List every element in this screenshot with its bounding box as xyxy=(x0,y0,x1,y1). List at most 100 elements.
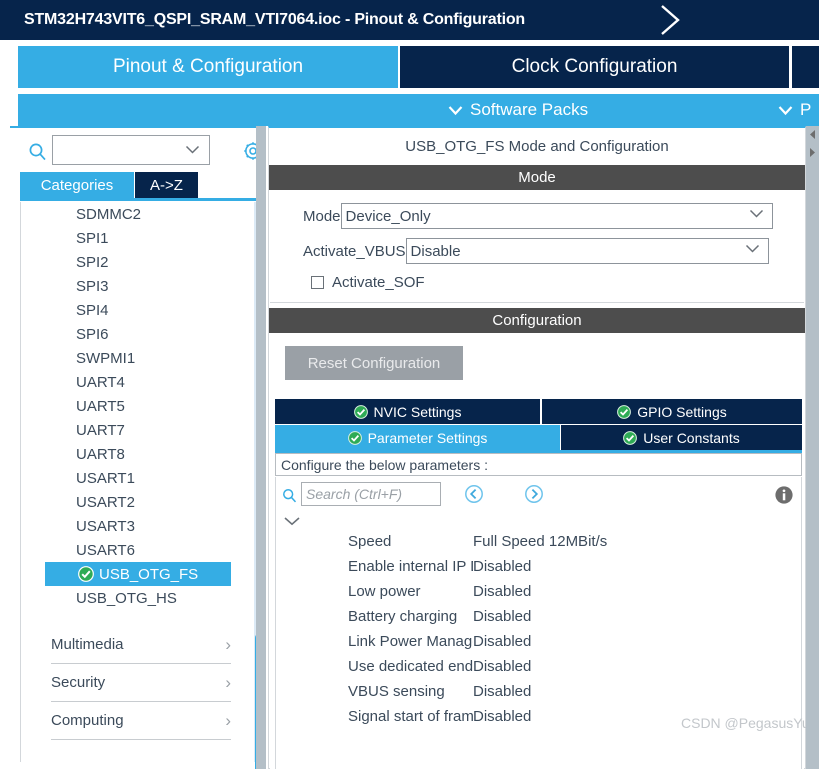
sidebar-item-usart1[interactable]: USART1 xyxy=(21,466,265,490)
peripheral-list[interactable]: SDMMC2 SPI1 SPI2 SPI3 SPI4 SPI6 SWPMI1 UART4 UAR… xyxy=(20,202,265,762)
parameter-row[interactable]: Use dedicated end point 1 i..Disabled xyxy=(276,654,803,679)
activate-vbus-select-value: Disable xyxy=(410,242,461,260)
sidebar-item-sdmmc2[interactable]: SDMMC2 xyxy=(21,202,265,226)
stm32cubemx-window: STM32H743VIT6_QSPI_SRAM_VTI7064.ioc - Pi… xyxy=(0,0,819,769)
activate-sof-checkbox[interactable] xyxy=(311,276,324,289)
circle-left-arrow-icon[interactable] xyxy=(464,484,484,504)
sidebar-item-spi3[interactable]: SPI3 xyxy=(21,274,265,298)
software-packs-label: Software Packs xyxy=(470,100,589,119)
activate-vbus-select[interactable]: Disable xyxy=(405,238,769,264)
parameter-search-input[interactable]: Search (Ctrl+F) xyxy=(301,482,441,506)
reset-configuration-button[interactable]: Reset Configuration xyxy=(285,346,463,380)
mode-select-value: Device_Only xyxy=(345,207,431,225)
info-icon[interactable] xyxy=(774,485,794,505)
sidebar-item-usart3[interactable]: USART3 xyxy=(21,514,265,538)
tab-parameter-settings[interactable]: Parameter Settings xyxy=(275,425,560,450)
sidebar-category-computing[interactable]: Computing › xyxy=(51,702,231,740)
sidebar-item-spi1[interactable]: SPI1 xyxy=(21,226,265,250)
tab-third-partial[interactable] xyxy=(792,46,819,88)
mode-section-header: Mode xyxy=(269,165,805,190)
parameter-row[interactable]: Speed Full Speed 12MBit/s xyxy=(276,529,803,554)
tab-user-constants[interactable]: User Constants xyxy=(561,425,802,450)
peripheral-search-combo[interactable] xyxy=(52,135,210,165)
chevron-down-icon xyxy=(185,145,200,154)
parameter-value: Disabled xyxy=(473,658,532,675)
parameter-name: Use dedicated end point 1 i.. xyxy=(348,658,473,675)
sidebar-item-spi4[interactable]: SPI4 xyxy=(21,298,265,322)
sidebar-item-uart4[interactable]: UART4 xyxy=(21,370,265,394)
search-icon[interactable] xyxy=(28,142,47,161)
sidebar-category-security[interactable]: Security › xyxy=(51,664,231,702)
scroll-left-arrow-icon[interactable] xyxy=(806,128,819,141)
chevron-down-icon[interactable] xyxy=(283,515,301,527)
search-icon[interactable] xyxy=(282,488,297,503)
mode-select[interactable]: Device_Only xyxy=(340,203,773,229)
sidebar-item-spi2[interactable]: SPI2 xyxy=(21,250,265,274)
check-circle-icon xyxy=(623,430,638,445)
sidebar-item-label: SPI6 xyxy=(76,325,109,343)
sidebar-item-label: USB_OTG_HS xyxy=(76,589,177,607)
parameter-name: VBUS sensing xyxy=(348,683,445,700)
tab-clock-configuration-label: Clock Configuration xyxy=(511,56,678,77)
mode-label: Mode xyxy=(303,207,341,225)
sidebar-item-label: UART5 xyxy=(76,397,125,415)
scroll-right-arrow-icon[interactable] xyxy=(806,146,819,159)
config-tab-row-bottom: Parameter Settings User Constants xyxy=(275,425,802,450)
pinout-menu[interactable]: P xyxy=(778,94,811,126)
sidebar-item-label: USART6 xyxy=(76,541,135,559)
tab-user-constants-label: User Constants xyxy=(643,429,740,446)
parameter-name: Signal start of frame xyxy=(348,708,473,725)
parameter-list-area: Search (Ctrl+F) Speed Full Speed 12MBit/… xyxy=(275,477,810,769)
parameter-row[interactable]: Enable internal IP DMADisabled xyxy=(276,554,803,579)
sidebar-item-spi6[interactable]: SPI6 xyxy=(21,322,265,346)
software-packs-menu[interactable]: Software Packs xyxy=(448,94,588,126)
check-circle-icon xyxy=(353,404,368,419)
sidebar-item-usb-otg-hs[interactable]: USB_OTG_HS xyxy=(21,586,265,610)
config-tab-row-top: NVIC Settings GPIO Settings xyxy=(275,399,802,424)
parameter-row[interactable]: VBUS sensing Disabled xyxy=(276,679,803,704)
sidebar-item-label: USART2 xyxy=(76,493,135,511)
tab-pinout-configuration-label: Pinout & Configuration xyxy=(112,56,304,77)
sidebar-item-uart5[interactable]: UART5 xyxy=(21,394,265,418)
configuration-panel: USB_OTG_FS Mode and Configuration Mode M… xyxy=(268,126,810,769)
sidebar-category-label: Computing xyxy=(51,712,124,729)
sidebar-item-label: SWPMI1 xyxy=(76,349,136,367)
activate-sof-field-row[interactable]: Activate_SOF xyxy=(311,274,425,291)
parameter-value: Full Speed 12MBit/s xyxy=(473,533,608,550)
main-tab-strip: Pinout & Configuration Clock Configurati… xyxy=(0,41,819,88)
tab-pinout-configuration[interactable]: Pinout & Configuration xyxy=(18,46,398,88)
sidebar-category-label: Security xyxy=(51,674,106,691)
tab-nvic-settings-label: NVIC Settings xyxy=(373,403,462,420)
parameter-name: Link Power Management xyxy=(348,633,473,650)
sidebar-category-multimedia[interactable]: Multimedia › xyxy=(51,626,231,664)
sidebar-item-uart7[interactable]: UART7 xyxy=(21,418,265,442)
chevron-right-icon: › xyxy=(225,710,231,730)
panel-title: USB_OTG_FS Mode and Configuration xyxy=(405,138,669,155)
pinout-menu-label: P xyxy=(800,100,812,119)
chevron-down-icon xyxy=(778,105,793,115)
sidebar-item-label: SPI2 xyxy=(76,253,109,271)
parameter-value: Disabled xyxy=(473,633,532,650)
parameter-row[interactable]: Battery charging Disabled xyxy=(276,604,803,629)
panel-scrollbar-rail[interactable] xyxy=(806,126,819,769)
parameter-value: Disabled xyxy=(473,583,532,600)
chevron-right-icon: › xyxy=(225,634,231,654)
sidebar-tab-categories[interactable]: Categories xyxy=(20,172,134,198)
parameter-row[interactable]: Link Power ManagementDisabled xyxy=(276,629,803,654)
tab-gpio-settings[interactable]: GPIO Settings xyxy=(542,399,802,424)
sidebar-item-usb-otg-fs[interactable]: USB_OTG_FS xyxy=(45,562,231,586)
parameter-name: Enable internal IP DMA xyxy=(348,558,473,575)
sidebar-item-swpmi1[interactable]: SWPMI1 xyxy=(21,346,265,370)
sidebar-item-usart6[interactable]: USART6 xyxy=(21,538,265,562)
tab-nvic-settings[interactable]: NVIC Settings xyxy=(275,399,540,424)
circle-right-arrow-icon[interactable] xyxy=(524,484,544,504)
sidebar-item-usart2[interactable]: USART2 xyxy=(21,490,265,514)
sidebar-item-label: SPI1 xyxy=(76,229,109,247)
tab-clock-configuration[interactable]: Clock Configuration xyxy=(400,46,789,88)
sidebar-tab-a-to-z[interactable]: A->Z xyxy=(135,172,198,198)
sidebar-item-label: USB_OTG_FS xyxy=(99,565,199,583)
parameter-row[interactable]: Low power Disabled xyxy=(276,579,803,604)
sidebar-item-uart8[interactable]: UART8 xyxy=(21,442,265,466)
mode-field-row: Mode Device_Only xyxy=(303,203,773,229)
